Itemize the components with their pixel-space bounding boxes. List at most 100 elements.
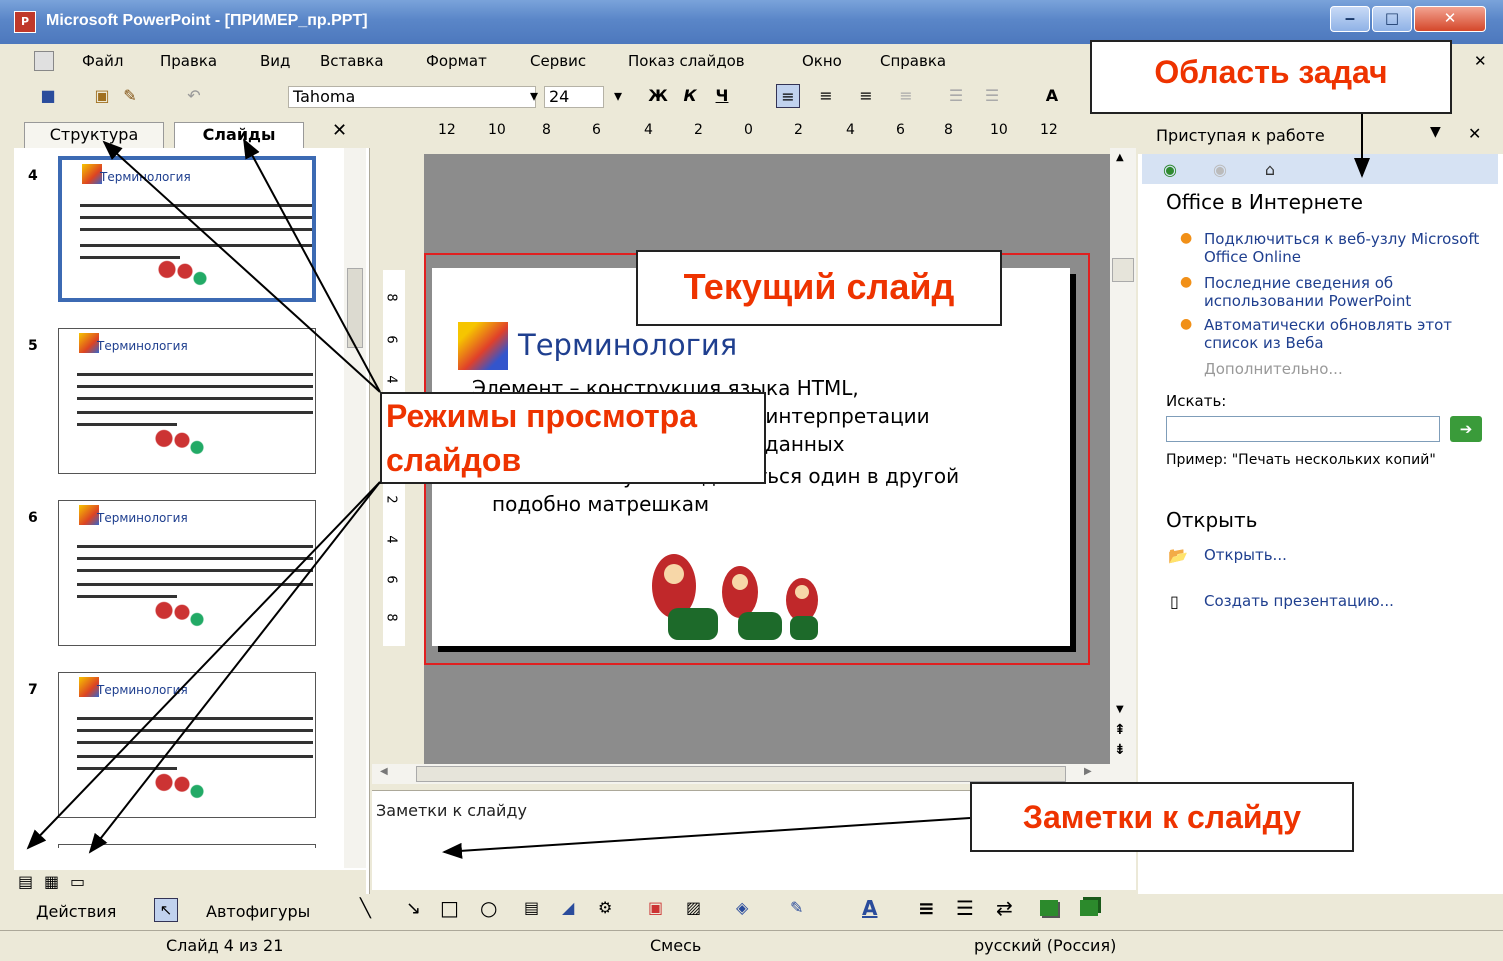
line-icon[interactable]: ╲	[360, 898, 371, 919]
align-center-icon[interactable]: ≡	[814, 84, 838, 108]
scroll-left-icon[interactable]: ◀	[380, 766, 388, 777]
scroll-up-icon[interactable]: ▲	[1116, 152, 1124, 163]
autoshapes-menu[interactable]: Автофигуры	[206, 902, 310, 921]
home-icon[interactable]: ⌂	[1256, 158, 1284, 182]
dash-style-icon[interactable]: ☰	[956, 896, 974, 920]
shadow-style-icon[interactable]	[1040, 900, 1058, 916]
align-left-icon[interactable]: ≡	[776, 84, 800, 108]
menu-window[interactable]: Окно	[802, 52, 842, 70]
close-pane-icon[interactable]: ✕	[332, 120, 347, 141]
increase-font-button[interactable]: A	[1040, 84, 1064, 108]
task-pane-title[interactable]: Приступая к работе	[1156, 126, 1325, 145]
bold-button[interactable]: Ж	[646, 84, 670, 108]
arrow-icon[interactable]: ↘	[406, 898, 421, 919]
menu-insert[interactable]: Вставка	[320, 52, 384, 70]
diagram-icon[interactable]: ⚙	[598, 898, 612, 917]
oval-icon[interactable]: ○	[480, 896, 497, 920]
matryoshka-image	[149, 596, 209, 632]
font-color-icon[interactable]: A	[862, 896, 877, 920]
slide-horizontal-scrollbar[interactable]: ◀ ▶	[372, 764, 1110, 784]
slide-thumbnail-8[interactable]	[58, 844, 316, 848]
justify-icon[interactable]: ≡	[894, 84, 918, 108]
menu-slideshow[interactable]: Показ слайдов	[628, 52, 745, 70]
previous-slide-icon[interactable]: ⇞	[1114, 722, 1126, 738]
3d-style-icon[interactable]	[1080, 900, 1098, 916]
next-slide-icon[interactable]: ⇟	[1114, 742, 1126, 758]
scroll-thumb[interactable]	[347, 268, 363, 348]
scroll-right-icon[interactable]: ▶	[1084, 766, 1092, 777]
powerpoint-app-icon[interactable]: P	[14, 11, 36, 33]
menu-tools[interactable]: Сервис	[530, 52, 586, 70]
scroll-thumb[interactable]	[416, 766, 1066, 782]
thumb-title: Терминология	[97, 683, 188, 697]
thumbnails-scrollbar[interactable]	[344, 148, 366, 868]
slide-vertical-scrollbar[interactable]: ▲ ▼ ⇞ ⇟	[1110, 148, 1136, 784]
clipart-icon[interactable]: ▣	[648, 898, 663, 917]
notes-placeholder[interactable]: Заметки к слайду	[376, 801, 527, 820]
forward-icon[interactable]: ◉	[1206, 158, 1234, 182]
textbox-icon[interactable]: ▤	[524, 898, 539, 917]
tab-slides[interactable]: Слайды	[174, 122, 304, 148]
ruler-tick: 6	[592, 122, 601, 138]
close-window-button[interactable]: ✕	[1414, 6, 1486, 32]
actions-menu[interactable]: Действия	[36, 902, 116, 921]
minimize-button[interactable]: ‒	[1330, 6, 1370, 32]
menu-help[interactable]: Справка	[880, 52, 946, 70]
normal-view-icon[interactable]: ▤	[18, 872, 33, 891]
menu-file[interactable]: Файл	[82, 52, 123, 70]
fill-color-icon[interactable]: ◈	[736, 898, 748, 917]
menu-format[interactable]: Формат	[426, 52, 487, 70]
size-dropdown-arrow[interactable]: ▾	[606, 84, 630, 108]
wordart-icon[interactable]: ◢	[562, 898, 574, 917]
search-go-button[interactable]: ➔	[1450, 416, 1482, 442]
bullets-icon[interactable]: ☰	[980, 84, 1004, 108]
slide-thumbnail-6[interactable]: Терминология	[58, 500, 316, 646]
menu-edit[interactable]: Правка	[160, 52, 217, 70]
scroll-thumb[interactable]	[1112, 258, 1134, 282]
font-name-box[interactable]: Tahoma	[288, 86, 536, 108]
line-style-icon[interactable]: ≡	[918, 896, 935, 920]
tab-outline[interactable]: Структура	[24, 122, 164, 148]
format-painter-icon[interactable]: ✎	[118, 84, 142, 108]
close-doc-icon[interactable]: ✕	[1474, 52, 1487, 70]
ruler-tick: 2	[794, 122, 803, 138]
slide-sorter-view-icon[interactable]: ▦	[44, 872, 59, 891]
ruler-tick: 4	[644, 122, 653, 138]
menu-view[interactable]: Вид	[260, 52, 290, 70]
save-icon[interactable]: ■	[36, 84, 60, 108]
scroll-down-icon[interactable]: ▼	[1116, 704, 1124, 715]
picture-icon[interactable]: ▨	[686, 898, 701, 917]
maximize-button[interactable]: □	[1372, 6, 1412, 32]
select-pointer-icon[interactable]: ↖	[154, 898, 178, 922]
font-dropdown-arrow[interactable]: ▾	[522, 84, 546, 108]
paste-icon[interactable]: ▣	[90, 84, 114, 108]
link-latest-news[interactable]: Последние сведения об использовании Powe…	[1204, 274, 1494, 310]
undo-icon[interactable]: ↶	[182, 84, 206, 108]
link-connect-office-online[interactable]: Подключиться к веб-узлу Microsoft Office…	[1204, 230, 1494, 266]
powerpoint-window: P Microsoft PowerPoint - [ПРИМЕР_пр.PPT]…	[0, 0, 1503, 961]
link-auto-update[interactable]: Автоматически обновлять этот список из В…	[1204, 316, 1494, 352]
font-size-box[interactable]: 24	[544, 86, 604, 108]
close-task-pane-icon[interactable]: ✕	[1468, 124, 1481, 143]
document-icon[interactable]	[34, 51, 54, 71]
search-input[interactable]	[1166, 416, 1440, 442]
line-color-icon[interactable]: ✎	[790, 898, 803, 917]
underline-button[interactable]: Ч	[710, 84, 734, 108]
slideshow-view-icon[interactable]: ▭	[70, 872, 85, 891]
window-title: Microsoft PowerPoint - [ПРИМЕР_пр.PPT]	[46, 12, 368, 29]
rectangle-icon[interactable]: □	[440, 896, 459, 920]
slide-thumbnail-5[interactable]: Терминология	[58, 328, 316, 474]
numbering-icon[interactable]: ☰	[944, 84, 968, 108]
italic-button[interactable]: К	[678, 84, 702, 108]
link-more[interactable]: Дополнительно...	[1204, 360, 1494, 378]
slide-thumbnail-7[interactable]: Терминология	[58, 672, 316, 818]
align-right-icon[interactable]: ≡	[854, 84, 878, 108]
slide-thumbnail-4[interactable]: Терминология	[58, 156, 316, 302]
arrow-style-icon[interactable]: ⇄	[996, 896, 1013, 920]
task-pane-menu-icon[interactable]: ▼	[1430, 124, 1441, 140]
back-icon[interactable]: ◉	[1156, 158, 1184, 182]
link-create-presentation[interactable]: Создать презентацию...	[1204, 592, 1494, 610]
drawing-toolbar: Действия ↖ Автофигуры ╲ ↘ □ ○ ▤ ◢ ⚙ ▣ ▨ …	[14, 894, 1503, 928]
link-open[interactable]: Открыть...	[1204, 546, 1494, 564]
thumb-text	[77, 557, 313, 560]
